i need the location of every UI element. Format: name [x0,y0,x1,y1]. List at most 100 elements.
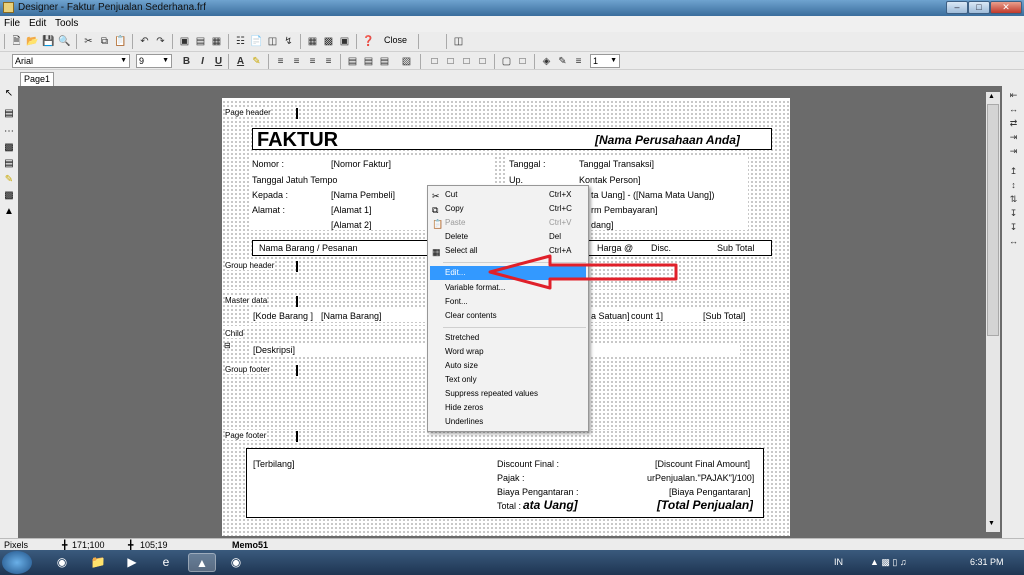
tanggal-label[interactable]: Tanggal : [508,158,546,170]
frame-all-icon[interactable]: ▢ [500,55,513,68]
frame-left-icon[interactable]: □ [444,55,457,68]
align-bottom-edges-icon[interactable]: ↧ [1007,222,1020,233]
menu-item-copy[interactable]: ⧉ Copy Ctrl+C [430,202,586,216]
gudang-field[interactable]: dang] [590,219,614,231]
align-horizontal-centers-icon[interactable]: ↔ [1007,104,1020,115]
redo-icon[interactable]: ↷ [154,35,167,48]
italic-icon[interactable]: I [196,55,209,68]
satuan-field[interactable]: a Satuan] [590,310,630,322]
align-center-icon[interactable]: ≡ [290,55,303,68]
insert-band-icon[interactable]: ☷ [234,35,247,48]
space-horizontally-icon[interactable]: ⇥ [1007,132,1020,143]
kode-barang-field[interactable]: [Kode Barang ] [252,310,313,322]
shape-icon[interactable]: ▲ [3,206,15,218]
tanggal-transaksi-field[interactable]: Tanggal Transaksi] [578,158,654,170]
copy-icon[interactable]: ⧉ [98,35,111,48]
menu-edit[interactable]: Edit [29,18,46,29]
menu-item-stretched[interactable]: Stretched [430,331,586,345]
align-right-edges-icon[interactable]: ⇥ [1007,146,1020,157]
menu-item-suppress-repeated[interactable]: Suppress repeated values [430,387,586,401]
cut-icon[interactable]: ✂ [82,35,95,48]
scroll-down-icon[interactable]: ▼ [988,520,995,527]
folder-icon[interactable]: 📁 [84,553,112,572]
terbilang-field[interactable]: [Terbilang] [252,458,295,470]
start-button[interactable] [2,551,32,574]
menu-item-word-wrap[interactable]: Word wrap [430,345,586,359]
minimize-button[interactable]: – [946,1,968,14]
alamat2-field[interactable]: [Alamat 2] [330,219,372,231]
menu-item-cut[interactable]: ✂ Cut Ctrl+X [430,188,586,202]
biaya-pengantaran-field[interactable]: [Biaya Pengantaran] [668,486,751,498]
company-name-field[interactable]: [Nama Perusahaan Anda] [594,133,740,147]
align-justify-icon[interactable]: ≡ [322,55,335,68]
pajak-amount-field[interactable]: urPenjualan."PAJAK"]/100] [646,472,754,484]
discount-final-label[interactable]: Discount Final : [496,458,559,470]
send-back-icon[interactable]: ▤ [194,35,207,48]
nama-barang-field[interactable]: [Nama Barang] [320,310,382,322]
frame-none-icon[interactable]: □ [516,55,529,68]
language-indicator[interactable]: IN [834,557,843,567]
scroll-up-icon[interactable]: ▲ [988,93,995,100]
mata-uang-field[interactable]: ta Uang] - ([Nama Mata Uang]) [590,189,715,201]
designer-app-icon[interactable]: ▲ [188,553,216,572]
rotate-text-icon[interactable]: ▧ [400,55,413,68]
total-penjualan-field[interactable]: [Total Penjualan] [656,498,753,512]
col-subtotal[interactable]: Sub Total [716,242,754,254]
vertical-scrollbar[interactable]: ▲ ▼ [986,92,1000,532]
barcode-icon[interactable]: ▩ [3,190,15,202]
total-label[interactable]: Total : [496,500,521,512]
line-width-select[interactable]: 1 ▼ [590,54,620,68]
underline-icon[interactable]: U [212,55,225,68]
valign-bottom-icon[interactable]: ▤ [378,55,391,68]
nomor-label[interactable]: Nomor : [251,158,284,170]
menu-item-hide-zeros[interactable]: Hide zeros [430,401,586,415]
menu-item-delete[interactable]: Delete Del [430,230,586,244]
frame-color-icon[interactable]: ✎ [556,55,569,68]
pajak-label[interactable]: Pajak : [496,472,525,484]
font-name-select[interactable]: Arial ▼ [12,54,130,68]
picture-icon[interactable]: ▩ [3,142,15,154]
maximize-button[interactable]: □ [968,1,990,14]
grid-icon[interactable]: ▦ [306,35,319,48]
col-nama-barang[interactable]: Nama Barang / Pesanan [258,242,358,254]
fill-color-icon[interactable]: ◈ [540,55,553,68]
same-width-icon[interactable]: ↔ [1007,236,1020,247]
align-top-edges-icon[interactable]: ↥ [1007,166,1020,177]
close-designer-button[interactable]: Close [384,35,407,45]
media-player-icon[interactable]: ▶ [118,553,146,572]
alamat-label[interactable]: Alamat : [251,204,285,216]
firefox-icon[interactable]: ◉ [48,553,76,572]
deskripsi-field[interactable]: [Deskripsi] [252,344,295,356]
save-icon[interactable]: 💾 [42,35,55,48]
frame-style-icon[interactable]: ≡ [572,55,585,68]
font-color-icon[interactable]: A [234,55,247,68]
space-vertically-icon[interactable]: ↧ [1007,208,1020,219]
discount-final-amount-field[interactable]: [Discount Final Amount] [654,458,750,470]
highlight-icon[interactable]: ✎ [250,55,263,68]
group-icon[interactable]: ▦ [210,35,223,48]
kepada-label[interactable]: Kepada : [251,189,288,201]
fit-grid-icon[interactable]: ▣ [338,35,351,48]
app-window-icon[interactable]: ◉ [222,553,250,572]
edit-page-icon[interactable]: 📄 [250,35,263,48]
help-icon[interactable]: ❓ [362,35,375,48]
band-icon[interactable]: ▤ [3,108,15,120]
align-left-edges-icon[interactable]: ⇤ [1007,90,1020,101]
menu-tools[interactable]: Tools [55,18,78,29]
menu-item-font[interactable]: Font... [430,295,586,309]
bring-front-icon[interactable]: ▣ [178,35,191,48]
menu-item-text-only[interactable]: Text only [430,373,586,387]
collapse-icon[interactable]: ⊟ [224,341,231,350]
open-icon[interactable]: 📂 [26,35,39,48]
center-horizontally-icon[interactable]: ⇄ [1007,118,1020,129]
nama-pembeli-field[interactable]: [Nama Pembeli] [330,189,395,201]
menu-item-clear-contents[interactable]: Clear contents [430,309,586,323]
tray-icons[interactable]: ▲ ▩ ▯ ♫ [870,557,907,568]
align-right-icon[interactable]: ≡ [306,55,319,68]
bold-icon[interactable]: B [180,55,193,68]
tab-page1[interactable]: Page1 [20,72,54,86]
report-title[interactable]: FAKTUR [256,129,338,151]
frame-bottom-icon[interactable]: □ [460,55,473,68]
page-settings-icon[interactable]: ◫ [266,35,279,48]
snap-grid-icon[interactable]: ▩ [322,35,335,48]
